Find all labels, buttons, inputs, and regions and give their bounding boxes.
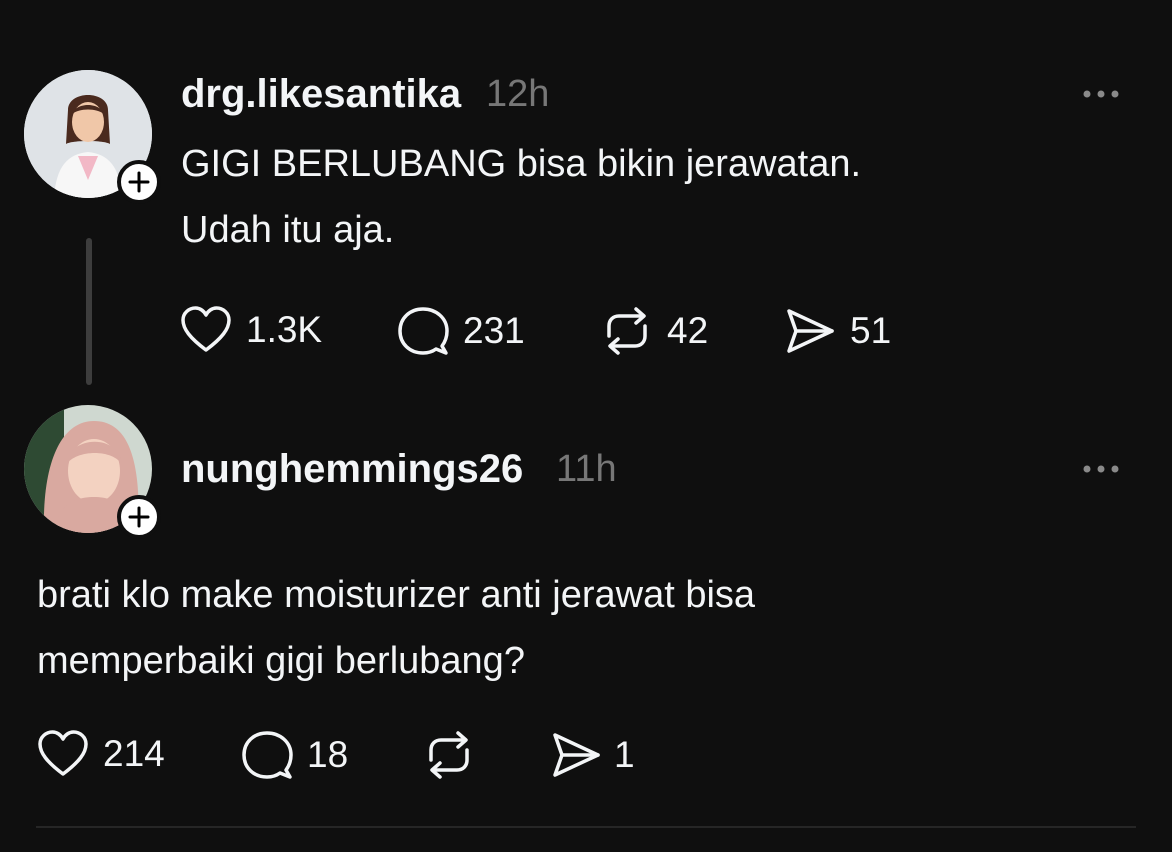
reply-button[interactable]: 231 [397,306,525,356]
reply-count: 231 [463,310,525,351]
post-text-line: Udah itu aja. [181,209,395,251]
like-count: 1.3K [246,309,323,350]
post-divider [36,826,1136,828]
more-options-button[interactable] [1077,457,1125,481]
comment-icon [241,730,293,780]
post-username[interactable]: nunghemmings26 [181,447,523,492]
like-button[interactable]: 1.3K [180,306,322,354]
more-icon [1083,90,1119,98]
post-text-line: brati klo make moisturizer anti jerawat … [37,574,756,616]
follow-button[interactable] [117,495,161,539]
like-count: 214 [103,733,165,774]
plus-icon [128,171,150,193]
post-timestamp: 11h [556,448,617,490]
share-button[interactable]: 51 [784,306,891,356]
more-icon [1083,465,1119,473]
repost-count: 42 [667,310,709,351]
follow-button[interactable] [117,160,161,204]
repost-icon [601,306,653,356]
heart-icon [37,730,89,778]
threads-feed: drg.likesantika 12h GIGI BERLUBANG bisa … [0,0,1172,852]
post-timestamp: 12h [486,73,550,115]
thread-line [86,238,92,385]
plus-icon [128,506,150,528]
post-username[interactable]: drg.likesantika [181,72,461,117]
repost-button[interactable] [423,730,475,780]
send-icon [550,730,602,780]
reply-button[interactable]: 18 [241,730,348,780]
share-count: 1 [614,734,635,775]
heart-icon [180,306,232,354]
send-icon [784,306,836,356]
comment-icon [397,306,449,356]
repost-icon [423,730,475,780]
share-button[interactable]: 1 [550,730,635,780]
repost-button[interactable]: 42 [601,306,708,356]
post-text-line: memperbaiki gigi berlubang? [37,640,525,682]
share-count: 51 [850,310,892,351]
reply-count: 18 [307,734,349,775]
post-text-line: GIGI BERLUBANG bisa bikin jerawatan. [181,143,862,185]
more-options-button[interactable] [1077,82,1125,106]
like-button[interactable]: 214 [37,730,165,778]
